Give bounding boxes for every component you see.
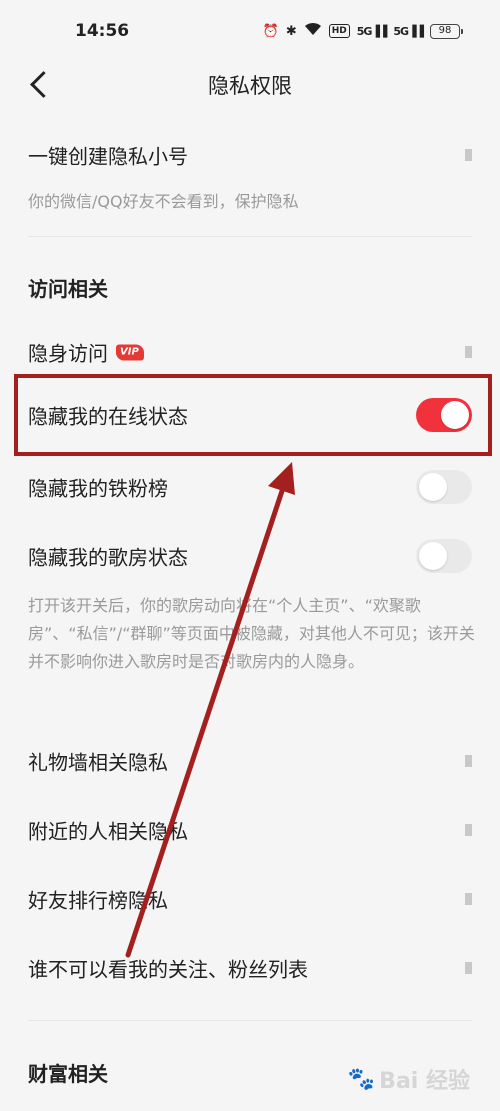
- bluetooth-icon: ✱: [285, 23, 297, 39]
- wifi-icon: [304, 22, 322, 40]
- row-friend-rank[interactable]: 好友排行榜隐私: [0, 869, 500, 929]
- row-create-alt[interactable]: 一键创建隐私小号: [0, 125, 500, 185]
- hide-room-toggle[interactable]: [416, 539, 472, 573]
- invisible-visit-text: 隐身访问: [28, 341, 108, 366]
- status-bar: 14:56 ⏰ ✱ HD 5G▐▐ 5G▐▐ 98: [0, 0, 500, 62]
- battery-icon: 98: [430, 23, 463, 39]
- row-hide-online[interactable]: 隐藏我的在线状态: [0, 385, 500, 445]
- row-create-alt-label: 一键创建隐私小号: [28, 144, 188, 169]
- divider: [28, 1020, 472, 1021]
- section-title-access: 访问相关: [28, 277, 108, 301]
- signal-2-label: 5G: [393, 24, 409, 38]
- row-invisible-visit[interactable]: 隐身访问 VIP: [0, 322, 500, 382]
- row-hide-online-label: 隐藏我的在线状态: [28, 404, 188, 429]
- room-caption: 打开该开关后，你的歌房动向将在“个人主页”、“欢聚歌房”、“私信”/“群聊”等页…: [28, 596, 475, 671]
- paw-icon: 🐾: [347, 1066, 376, 1092]
- row-invisible-visit-label: 隐身访问 VIP: [28, 338, 144, 367]
- row-hide-fans-label: 隐藏我的铁粉榜: [28, 476, 168, 501]
- nav-bar: 隐私权限: [0, 62, 500, 106]
- toggle-knob: [419, 542, 447, 570]
- row-who-cannot-see[interactable]: 谁不可以看我的关注、粉丝列表: [0, 938, 500, 998]
- hide-online-toggle[interactable]: [416, 398, 472, 432]
- watermark-text: Bai 经验: [379, 1069, 470, 1094]
- status-icons: ⏰ ✱ HD 5G▐▐ 5G▐▐ 98: [262, 22, 463, 40]
- row-who-cannot-see-label: 谁不可以看我的关注、粉丝列表: [28, 957, 308, 982]
- row-nearby-label: 附近的人相关隐私: [28, 819, 188, 844]
- chevron-right-icon: [465, 962, 472, 974]
- toggle-knob: [419, 473, 447, 501]
- chevron-right-icon: [465, 893, 472, 905]
- chevron-right-icon: [465, 149, 472, 161]
- hide-fans-toggle[interactable]: [416, 470, 472, 504]
- row-hide-room-label: 隐藏我的歌房状态: [28, 545, 188, 570]
- row-friend-rank-label: 好友排行榜隐私: [28, 888, 168, 913]
- chevron-right-icon: [465, 346, 472, 358]
- hd-icon: HD: [328, 24, 350, 38]
- signal-1-icon: 5G▐▐: [356, 24, 388, 38]
- toggle-knob: [441, 401, 469, 429]
- create-alt-caption: 你的微信/QQ好友不会看到，保护隐私: [28, 192, 299, 211]
- row-hide-fans[interactable]: 隐藏我的铁粉榜: [0, 457, 500, 517]
- status-time: 14:56: [75, 21, 130, 41]
- row-gift-wall[interactable]: 礼物墙相关隐私: [0, 731, 500, 791]
- row-hide-room[interactable]: 隐藏我的歌房状态: [0, 526, 500, 586]
- row-nearby[interactable]: 附近的人相关隐私: [0, 800, 500, 860]
- watermark: 🐾 Bai 经验: [348, 1063, 470, 1095]
- vip-badge: VIP: [116, 344, 144, 360]
- signal-1-label: 5G: [356, 24, 373, 38]
- section-title-wealth: 财富相关: [28, 1062, 108, 1086]
- divider: [28, 236, 472, 237]
- signal-2-icon: 5G▐▐: [393, 24, 424, 38]
- row-gift-wall-label: 礼物墙相关隐私: [28, 750, 168, 775]
- chevron-right-icon: [465, 824, 472, 836]
- chevron-right-icon: [465, 755, 472, 767]
- alarm-icon: ⏰: [262, 23, 279, 39]
- page-title: 隐私权限: [208, 74, 292, 98]
